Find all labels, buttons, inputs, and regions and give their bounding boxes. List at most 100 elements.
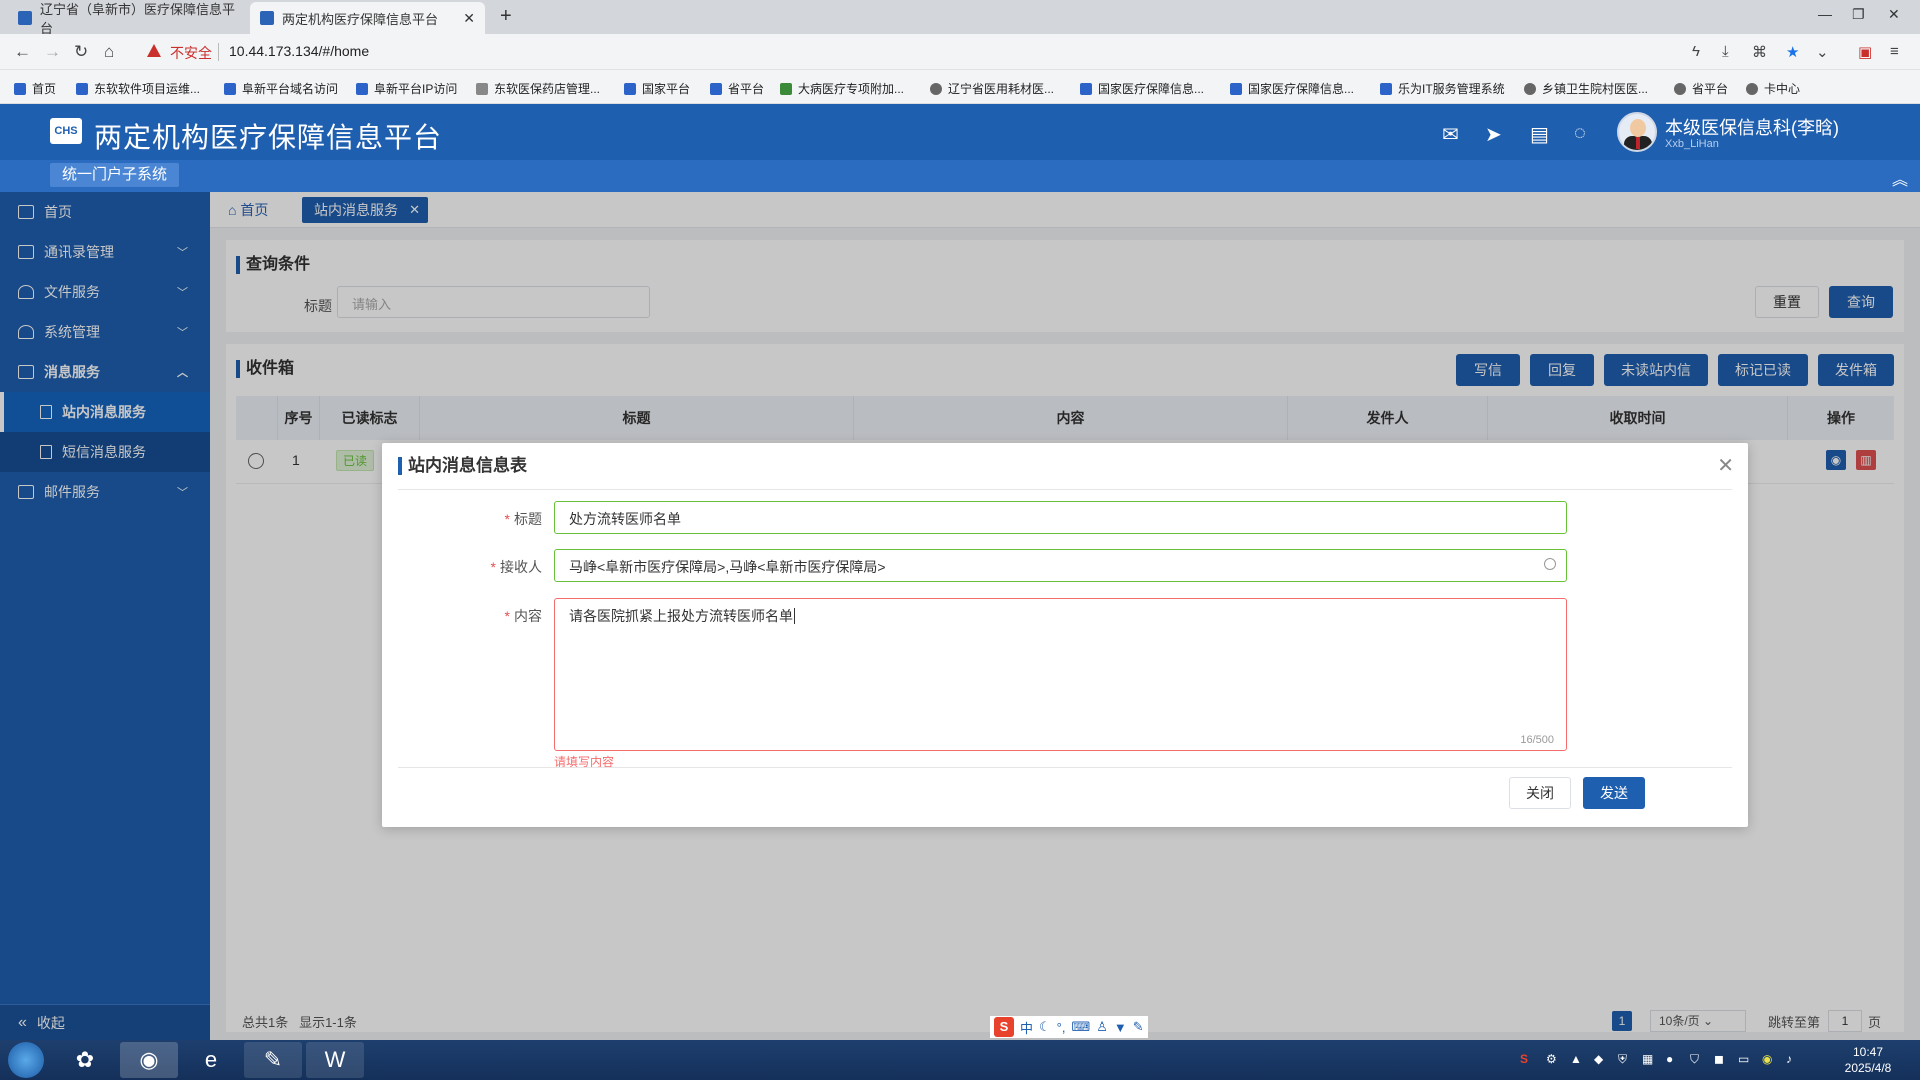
app-title: 两定机构医疗保障信息平台: [94, 122, 443, 153]
bookmark-icon: [1674, 82, 1686, 95]
bookmark[interactable]: 卡中心: [1746, 80, 1800, 97]
browser-tab-1[interactable]: 两定机构医疗保障信息平台 ✕: [250, 2, 485, 34]
clock[interactable]: 10:47 2025/4/8: [1838, 1044, 1898, 1076]
browser-tab-title: 辽宁省（阜新市）医疗保障信息平台: [40, 2, 236, 36]
lightning-icon[interactable]: ϟ: [1692, 43, 1700, 60]
chevron-up-icon[interactable]: ︽: [1892, 166, 1908, 190]
minimize-icon[interactable]: —: [1818, 6, 1832, 22]
shirt-icon: ▼: [1113, 1019, 1127, 1035]
tray-icon[interactable]: ⚙: [1546, 1052, 1557, 1066]
bookmark-icon: [1746, 82, 1758, 95]
network-icon[interactable]: ▭: [1738, 1052, 1749, 1066]
chrome-icon[interactable]: ◉: [120, 1042, 178, 1078]
paint-icon[interactable]: ✎: [244, 1042, 302, 1078]
dialog-title: 站内消息信息表: [398, 457, 527, 475]
tray-icon[interactable]: ◼: [1714, 1052, 1724, 1066]
download-icon[interactable]: ⤓: [1722, 43, 1729, 60]
browser-tab-0[interactable]: 辽宁省（阜新市）医疗保障信息平台: [8, 2, 248, 36]
forward-icon[interactable]: →: [44, 42, 61, 62]
ime-toolbar[interactable]: S 中 ☾ °, ⌨ ♙ ▼ ✎: [990, 1016, 1148, 1038]
shield-icon[interactable]: ⛉: [1690, 1052, 1699, 1067]
bookmark[interactable]: 阜新平台IP访问: [356, 80, 457, 97]
search-icon[interactable]: [1544, 558, 1556, 570]
bookmark-icon: [780, 82, 792, 95]
browser-tab-title: 两定机构医疗保障信息平台: [282, 11, 439, 27]
bookmark-icon: [1080, 82, 1092, 95]
moon-icon: ☾: [1039, 1019, 1051, 1034]
translate-icon[interactable]: ⌘: [1752, 43, 1767, 61]
bookmark[interactable]: 省平台: [1674, 80, 1728, 97]
bookmark-icon: [356, 82, 368, 95]
bookmark[interactable]: 首页: [14, 80, 56, 97]
tray-icon[interactable]: ▦: [1642, 1052, 1653, 1066]
site-favicon-icon: [260, 11, 274, 25]
tray-icon[interactable]: ▲: [1570, 1052, 1582, 1066]
tray-icon[interactable]: ◉: [1762, 1052, 1772, 1066]
volume-icon[interactable]: ♪: [1786, 1052, 1792, 1066]
chevron-down-icon[interactable]: ⌄: [1816, 43, 1829, 61]
sub-header: 统一门户子系统 ︽: [0, 160, 1920, 192]
bookmark-icon: [224, 82, 236, 95]
close-icon[interactable]: ✕: [1717, 453, 1734, 478]
recipient-input[interactable]: 马峥<阜新市医疗保障局>,马峥<阜新市医疗保障局>: [554, 549, 1567, 582]
title-label: * 标题: [504, 511, 542, 527]
send-button[interactable]: 发送: [1583, 777, 1645, 809]
user-icon: ♙: [1096, 1019, 1108, 1034]
avatar[interactable]: [1617, 112, 1657, 152]
title-input[interactable]: 处方流转医师名单: [554, 501, 1567, 534]
bookmark-icon: [1380, 82, 1392, 95]
send-icon[interactable]: ➤: [1485, 122, 1502, 147]
keyboard-icon: ⌨: [1071, 1019, 1091, 1034]
restore-icon[interactable]: ❐: [1852, 6, 1865, 23]
bookmark-icon: [1524, 82, 1536, 95]
bookmark[interactable]: 国家平台: [624, 80, 690, 97]
star-icon[interactable]: ★: [1786, 43, 1799, 61]
bookmark-icon: [1230, 82, 1242, 95]
extension-icon[interactable]: ▣: [1858, 43, 1872, 61]
recipient-label: * 接收人: [490, 559, 542, 575]
bookmark[interactable]: 辽宁省医用耗材医...: [930, 80, 1054, 97]
bookmark[interactable]: 东软软件项目运维...: [76, 80, 200, 97]
sogou-icon: S: [994, 1017, 1014, 1037]
content-label: * 内容: [504, 608, 542, 624]
word-icon[interactable]: W: [306, 1042, 364, 1078]
bookmark[interactable]: 乡镇卫生院村医医...: [1524, 80, 1648, 97]
bookmark-icon: [476, 82, 488, 95]
wrench-icon: ✎: [1132, 1019, 1144, 1034]
browser-tab-bar: 辽宁省（阜新市）医疗保障信息平台 两定机构医疗保障信息平台 ✕ + — ❐ ✕: [0, 0, 1920, 36]
mail-icon[interactable]: ✉: [1442, 122, 1459, 147]
bookmark[interactable]: 东软医保药店管理...: [476, 80, 600, 97]
bookmark-icon: [14, 82, 26, 95]
bookmark[interactable]: 乐为IT服务管理系统: [1380, 80, 1505, 97]
app-logo: CHS: [50, 118, 82, 144]
back-icon[interactable]: ←: [14, 42, 31, 62]
shield-icon[interactable]: ⛨: [1618, 1052, 1627, 1067]
tray-icon[interactable]: ●: [1666, 1052, 1673, 1066]
reload-icon[interactable]: ↻: [74, 42, 88, 62]
close-tab-icon[interactable]: ✕: [463, 10, 475, 27]
bookmark[interactable]: 省平台: [710, 80, 764, 97]
tray-icon[interactable]: ◆: [1594, 1052, 1603, 1066]
chat-icon[interactable]: ◌: [1574, 122, 1586, 145]
ie-icon[interactable]: e: [182, 1042, 240, 1078]
content-textarea[interactable]: 请各医院抓紧上报处方流转医师名单 16/500: [554, 598, 1567, 751]
app-header: CHS 两定机构医疗保障信息平台 ✉ ➤ ▤ ◌ 本级医保信息科(李晗) Xxb…: [0, 104, 1920, 160]
bookmark[interactable]: 大病医疗专项附加...: [780, 80, 904, 97]
address-bar: ← → ↻ ⌂ 不安全 10.44.173.134/#/home ϟ ⤓ ⌘ ★…: [0, 34, 1920, 70]
portal-subsystem-button[interactable]: 统一门户子系统: [50, 163, 180, 187]
sogou-tray-icon[interactable]: S: [1520, 1052, 1528, 1066]
bookmark[interactable]: 阜新平台域名访问: [224, 80, 338, 97]
bookmark[interactable]: 国家医疗保障信息...: [1080, 80, 1204, 97]
close-button[interactable]: 关闭: [1509, 777, 1571, 809]
bookmark[interactable]: 国家医疗保障信息...: [1230, 80, 1354, 97]
menu-icon[interactable]: ≡: [1890, 43, 1899, 60]
url-text[interactable]: 10.44.173.134/#/home: [229, 43, 369, 59]
taskbar-app-icon[interactable]: ✿: [56, 1042, 114, 1078]
user-name[interactable]: 本级医保信息科(李晗): [1665, 114, 1839, 140]
document-icon[interactable]: ▤: [1530, 122, 1549, 147]
user-account: Xxb_LiHan: [1665, 138, 1719, 150]
home-icon[interactable]: ⌂: [104, 42, 114, 62]
new-tab-icon[interactable]: +: [500, 5, 512, 28]
start-button[interactable]: [8, 1042, 44, 1078]
close-window-icon[interactable]: ✕: [1888, 6, 1900, 23]
